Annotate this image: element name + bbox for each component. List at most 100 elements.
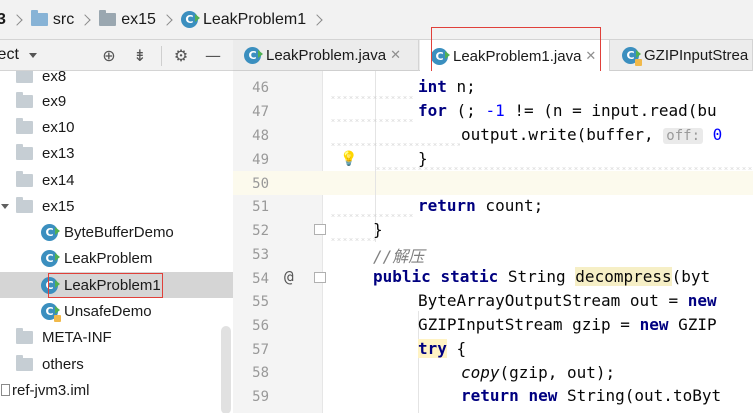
line-number: 46 [252, 80, 269, 96]
tree-item-bytebufferdemo[interactable]: C ByteBufferDemo [0, 219, 233, 245]
breadcrumb-class-label: LeakProblem1 [202, 10, 307, 28]
class-icon: C [244, 47, 263, 64]
folder-icon [16, 143, 33, 160]
class-icon: C [622, 47, 642, 66]
keyword: new [687, 291, 717, 310]
code-text: GZIPInputStream gzip = [418, 315, 640, 334]
line-number: 57 [252, 342, 269, 358]
line-number: 59 [252, 389, 269, 405]
keyword: try [418, 339, 447, 358]
chevron-right-icon [11, 13, 23, 26]
locate-icon[interactable]: ⊕ [100, 47, 118, 65]
lightbulb-icon[interactable]: 💡 [340, 151, 357, 167]
chevron-down-icon[interactable] [1, 203, 9, 209]
tab-leakproblem[interactable]: C LeakProblem.java ✕ [233, 40, 419, 71]
breadcrumb-item-src[interactable]: src [30, 0, 75, 40]
code-text: } [373, 220, 383, 239]
code-text: ByteArrayOutputStream out = [418, 291, 688, 310]
folder-icon [16, 327, 33, 344]
code-line-57: try { [418, 339, 466, 358]
code-line-52: } [373, 220, 383, 239]
folder-icon [30, 10, 48, 26]
keyword: int [418, 77, 447, 96]
code-line-51: return count; [418, 196, 543, 215]
comment: //解压 [373, 247, 425, 266]
keyword: new [528, 386, 558, 405]
code-text: { [446, 339, 467, 358]
close-icon[interactable]: ✕ [390, 48, 401, 63]
project-panel-header: ject ⊕ ⇟ ⚙ — [0, 40, 233, 71]
parameter-hint: off: [663, 128, 704, 144]
tree-item-label: LeakProblem [64, 249, 153, 267]
hide-icon[interactable]: — [204, 47, 222, 65]
override-marker-icon[interactable]: @ [284, 267, 294, 286]
keyword: public [373, 267, 431, 286]
keyword: return [418, 196, 476, 215]
tree-item-ex8[interactable]: ex8 [0, 71, 233, 89]
tree-item-label: ex15 [42, 197, 75, 215]
line-number: 51 [252, 199, 269, 215]
fold-icon[interactable] [314, 272, 326, 283]
tree-item-ex10[interactable]: ex10 [0, 114, 233, 140]
code-line-58: copy(gzip, out); [461, 363, 615, 382]
tree-item-label: ref-jvm3.iml [12, 381, 90, 399]
code-text: count; [475, 196, 544, 215]
breadcrumb-item-project[interactable]: 3 [0, 0, 6, 40]
line-number: 50 [252, 176, 269, 192]
tree-scrollbar[interactable] [221, 326, 231, 413]
code-line-48: output.write(buffer, off: 0 [461, 125, 722, 144]
tree-item-ex13[interactable]: ex13 [0, 140, 233, 166]
code-line-49: } [418, 149, 428, 168]
fold-icon[interactable] [314, 224, 326, 235]
tree-item-iml-file[interactable]: ref-jvm3.iml [0, 377, 233, 403]
tree-item-others[interactable]: others [0, 351, 233, 377]
code-line-53: //解压 [373, 243, 424, 267]
project-view-selector[interactable]: ject [0, 46, 19, 64]
chevron-down-icon[interactable] [28, 52, 37, 58]
breadcrumb-project-label: 3 [0, 10, 6, 28]
tree-item-label: ex13 [42, 144, 75, 162]
code-text: output.write(buffer, [461, 125, 664, 144]
tree-item-leakproblem[interactable]: C LeakProblem [0, 245, 233, 271]
keyword: for [418, 101, 447, 120]
breadcrumb-item-package[interactable]: ex15 [99, 0, 156, 40]
folder-icon [16, 91, 33, 108]
settings-icon[interactable]: ⚙ [172, 47, 190, 65]
code-line-59: return new String(out.toByt [461, 386, 721, 405]
tree-item-ex9[interactable]: ex9 [0, 88, 233, 114]
tree-item-ex14[interactable]: ex14 [0, 167, 233, 193]
code-line-46: int n; [418, 77, 476, 96]
code-text: (; [446, 101, 486, 120]
class-icon: C [180, 11, 200, 28]
code-line-56: GZIPInputStream gzip = new GZIP [418, 315, 717, 334]
line-number: 58 [252, 365, 269, 381]
folder-icon [16, 354, 33, 371]
tree-item-unsafedemo[interactable]: C UnsafeDemo [0, 298, 233, 324]
number-literal: -1 [485, 101, 505, 120]
tree-item-label: META-INF [42, 328, 112, 346]
line-number: 47 [252, 104, 269, 120]
breadcrumb-item-class[interactable]: C LeakProblem1 [180, 0, 307, 40]
code-line-55: ByteArrayOutputStream out = new [418, 291, 717, 310]
line-number: 49 [252, 152, 269, 168]
code-area[interactable] [323, 71, 753, 413]
tree-item-label: ex10 [42, 118, 75, 136]
editor-gutter [233, 71, 323, 413]
folder-icon [16, 170, 33, 187]
line-number: 55 [252, 294, 269, 310]
collapse-all-icon[interactable]: ⇟ [131, 47, 149, 65]
package-icon [99, 10, 117, 26]
warning-underline [330, 143, 460, 146]
tree-item-ex15[interactable]: ex15 [0, 193, 233, 219]
tab-gzipinputstream[interactable]: C GZIPInputStrea [611, 40, 753, 71]
tree-item-meta-inf[interactable]: META-INF [0, 324, 233, 350]
class-icon: C [41, 249, 60, 267]
tab-label: GZIPInputStrea [644, 47, 749, 64]
class-icon: C [41, 302, 61, 322]
line-number: 53 [252, 247, 269, 263]
divider [161, 46, 162, 66]
file-icon [1, 384, 10, 396]
warning-underline [330, 96, 415, 99]
breadcrumb-src-label: src [52, 10, 75, 28]
code-line-47: for (; -1 != (n = input.read(bu [418, 101, 717, 120]
